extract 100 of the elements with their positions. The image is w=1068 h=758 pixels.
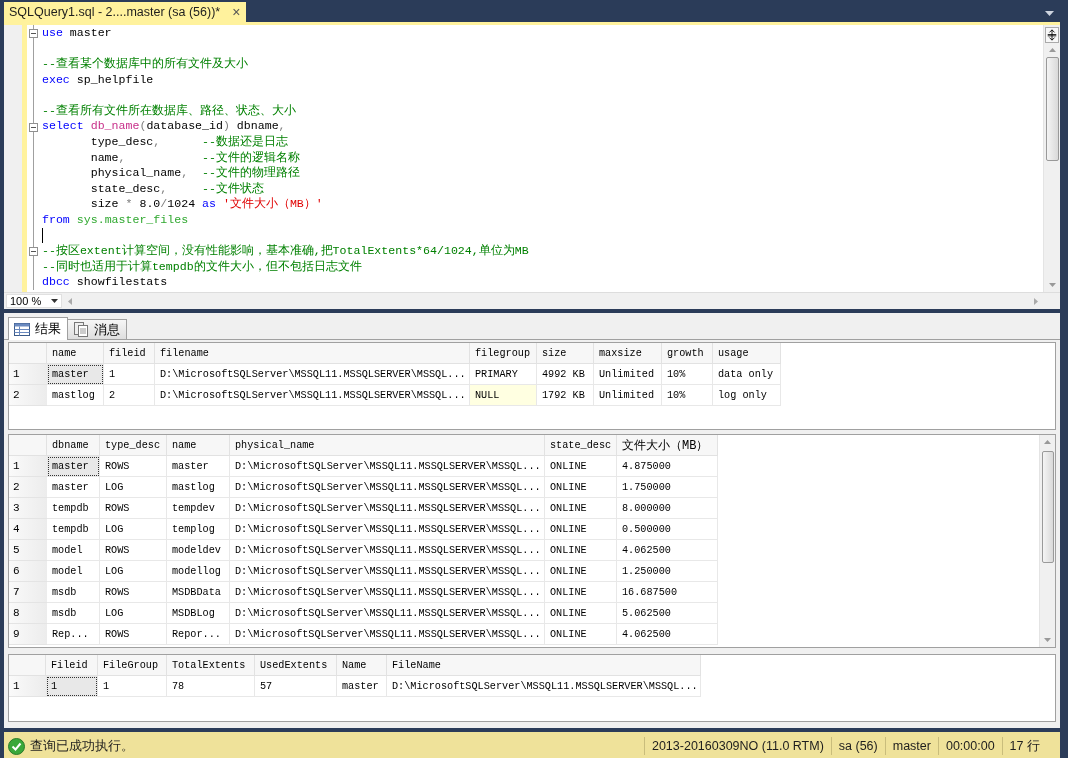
column-header: Name xyxy=(337,655,387,676)
code-line: name, --文件的逻辑名称 xyxy=(89,149,300,166)
table-cell: master xyxy=(47,477,100,498)
row-number: 7 xyxy=(9,582,47,603)
table-cell: ROWS xyxy=(100,456,167,477)
split-icon[interactable] xyxy=(1045,27,1059,43)
column-header: growth xyxy=(662,343,713,364)
table-cell: templog xyxy=(167,519,230,540)
status-message: 查询已成功执行。 xyxy=(30,737,134,755)
code-line: physical_name, --文件的物理路径 xyxy=(89,165,300,182)
table-cell: msdb xyxy=(47,582,100,603)
table-cell: mastlog xyxy=(47,385,104,406)
row-number: 4 xyxy=(9,519,47,540)
code-line: --同时也适用于计算tempdb的文件大小，但不包括日志文件 xyxy=(42,258,362,275)
table-cell: D:\MicrosoftSQLServer\MSSQL11.MSSQLSERVER\MSSQL... xyxy=(230,561,545,582)
close-button[interactable]: × xyxy=(232,4,241,20)
column-header: FileGroup xyxy=(98,655,167,676)
column-header: UsedExtents xyxy=(255,655,337,676)
table-cell: modellog xyxy=(167,561,230,582)
column-header: name xyxy=(167,435,230,456)
row-number: 8 xyxy=(9,603,47,624)
row-count: 17 行 xyxy=(1001,737,1060,755)
table-cell: modeldev xyxy=(167,540,230,561)
result-tab[interactable]: 结果 xyxy=(8,317,68,340)
column-header: size xyxy=(537,343,594,364)
table-cell: D:\MicrosoftSQLServer\MSSQL11.MSSQLSERVER\MSSQL... xyxy=(230,624,545,645)
code-line: --查看某个数据库中的所有文件及大小 xyxy=(42,56,248,72)
table-cell: 1.250000 xyxy=(617,561,718,582)
row-number: 6 xyxy=(9,561,47,582)
scroll-up-icon[interactable] xyxy=(1044,440,1051,444)
column-header: dbname xyxy=(47,435,100,456)
collapse-icon[interactable] xyxy=(29,29,38,38)
table-cell: ONLINE xyxy=(545,456,617,477)
table-cell: 8.000000 xyxy=(617,498,718,519)
table-cell: ROWS xyxy=(100,582,167,603)
row-number: 3 xyxy=(9,498,47,519)
server-name: 2013-20160309NO (11.0 RTM) xyxy=(643,737,831,755)
table-cell: master xyxy=(337,676,387,697)
table-cell: model xyxy=(47,561,100,582)
table-cell: D:\MicrosoftSQLServer\MSSQL11.MSSQLSERVER\MSSQL... xyxy=(230,582,545,603)
table-cell: ONLINE xyxy=(545,540,617,561)
table-cell: ONLINE xyxy=(545,582,617,603)
scroll-down-icon[interactable] xyxy=(1048,283,1056,287)
table-cell: ONLINE xyxy=(545,477,617,498)
success-icon xyxy=(8,737,25,755)
collapse-icon[interactable] xyxy=(29,247,38,257)
caret-icon xyxy=(51,299,58,303)
column-header: type_desc xyxy=(100,435,167,456)
dropdown-icon[interactable] xyxy=(1045,11,1054,16)
table-cell: ROWS xyxy=(100,624,167,645)
table-cell: Rep... xyxy=(47,624,100,645)
vertical-scrollbar[interactable] xyxy=(1043,25,1060,292)
table-cell: ONLINE xyxy=(545,603,617,624)
column-header: Fileid xyxy=(46,655,98,676)
table-cell: 4.062500 xyxy=(617,624,718,645)
table-cell: LOG xyxy=(100,603,167,624)
table-cell: 1.750000 xyxy=(617,477,718,498)
table-cell: 1 xyxy=(98,676,167,697)
column-header: physical_name xyxy=(230,435,545,456)
table-cell: master xyxy=(47,364,104,385)
table-cell: tempdb xyxy=(47,498,100,519)
table-cell: Unlimited xyxy=(594,364,662,385)
column-header: TotalExtents xyxy=(167,655,255,676)
table-cell: LOG xyxy=(100,519,167,540)
table-cell: Unlimited xyxy=(594,385,662,406)
code-line: --查看所有文件所在数据库、路径、状态、大小 xyxy=(42,102,296,119)
scroll-thumb[interactable] xyxy=(1041,451,1054,563)
scroll-up-icon[interactable] xyxy=(1048,48,1056,52)
code-line: dbcc showfilestats xyxy=(42,274,168,291)
table-cell: D:\MicrosoftSQLServer\MSSQL11.MSSQLSERVER\MSSQL... xyxy=(230,498,545,519)
code-line: exec sp_helpfile xyxy=(42,71,154,88)
scroll-left-icon[interactable] xyxy=(68,297,72,305)
vertical-scrollbar[interactable] xyxy=(1039,435,1055,647)
row-number: 1 xyxy=(9,364,47,385)
table-icon xyxy=(14,322,30,336)
table-cell: 1792 KB xyxy=(537,385,594,406)
table-cell: 16.687500 xyxy=(617,582,718,603)
table-cell: 2 xyxy=(104,385,155,406)
table-cell: D:\MicrosoftSQLServer\MSSQL11.MSSQLSERVER\MSSQL... xyxy=(155,364,470,385)
row-number: 2 xyxy=(9,477,47,498)
scroll-right-icon[interactable] xyxy=(1034,297,1038,305)
column-header: name xyxy=(47,343,104,364)
row-number: 5 xyxy=(9,540,47,561)
document-tab[interactable]: SQLQuery1.sql - 2....master (sa (56))* × xyxy=(4,2,247,22)
table-cell: D:\MicrosoftSQLServer\MSSQL11.MSSQLSERVER\MSSQL... xyxy=(387,676,701,697)
table-cell: 4992 KB xyxy=(537,364,594,385)
table-cell: ONLINE xyxy=(545,624,617,645)
zoom-dropdown[interactable]: 100 % xyxy=(6,294,62,308)
collapse-icon[interactable] xyxy=(29,122,38,132)
table-cell: 10% xyxy=(662,364,713,385)
table-cell: 57 xyxy=(255,676,337,697)
table-cell: mastlog xyxy=(167,477,230,498)
table-cell: D:\MicrosoftSQLServer\MSSQL11.MSSQLSERVER\MSSQL... xyxy=(230,519,545,540)
row-number: 1 xyxy=(9,456,47,477)
table-cell: NULL xyxy=(470,385,537,406)
table-cell: ONLINE xyxy=(545,561,617,582)
scroll-thumb[interactable] xyxy=(1045,57,1059,161)
result-tab[interactable]: 消息 xyxy=(67,319,127,339)
scroll-down-icon[interactable] xyxy=(1044,638,1051,642)
table-cell: 0.500000 xyxy=(617,519,718,540)
